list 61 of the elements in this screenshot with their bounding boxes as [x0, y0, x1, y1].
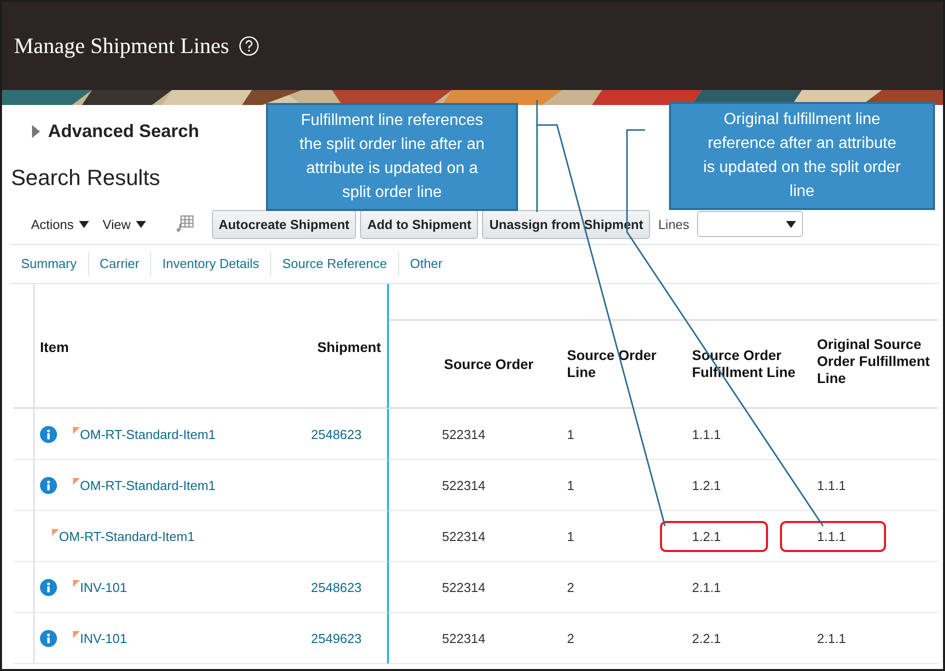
toolbar-button[interactable]: Autocreate Shipment — [212, 210, 356, 238]
shipment-link[interactable]: 2548623 — [311, 580, 362, 594]
table-cell: 1 — [567, 528, 574, 544]
table-cell: 2.1.1 — [817, 630, 846, 646]
info-icon[interactable] — [40, 476, 57, 494]
caret-icon — [136, 220, 146, 228]
callout: Fulfillment line references the split order line after an attribute is updated on a split order line — [266, 103, 518, 211]
table-cell: 1.1.1 — [692, 426, 721, 442]
item-link[interactable]: OM-RT-Standard-Item1 — [59, 528, 195, 544]
table-cell: 1.2.1 — [692, 528, 721, 544]
advanced-search-toggle[interactable]: Advanced Search — [48, 120, 200, 142]
callout: Original fulfillment line reference after an attribute is updated on the split order line — [669, 102, 935, 210]
info-icon[interactable] — [40, 578, 57, 596]
shipment-link[interactable]: 2548623 — [311, 426, 362, 442]
corner-marker-icon — [73, 426, 80, 434]
help-icon[interactable] — [239, 36, 260, 56]
page-title: Manage Shipment Lines — [14, 33, 230, 59]
table-cell: 2 — [567, 630, 574, 646]
corner-marker-icon — [73, 478, 80, 484]
detach-table-icon[interactable] — [176, 215, 194, 233]
column-header: Original Source Order Fulfillment Line — [817, 336, 931, 388]
item-link[interactable]: INV-101 — [80, 580, 127, 594]
info-icon[interactable] — [40, 630, 57, 646]
tab[interactable]: Carrier — [88, 252, 150, 276]
section-title: Search Results — [11, 165, 160, 191]
table-cell: 522314 — [442, 580, 486, 594]
corner-marker-icon — [52, 528, 59, 536]
shipment-link[interactable]: 2549623 — [311, 630, 362, 646]
table-cell: 1.2.1 — [692, 478, 721, 492]
info-icon[interactable] — [40, 426, 57, 442]
table-cell: 2.2.1 — [692, 630, 721, 646]
filter-label: Lines — [658, 216, 690, 232]
item-link[interactable]: OM-RT-Standard-Item1 — [80, 426, 216, 442]
expand-triangle-icon[interactable] — [32, 124, 40, 138]
column-header: Source Order — [444, 356, 534, 372]
table-cell: 522314 — [442, 478, 486, 492]
table-cell: 1 — [567, 426, 574, 442]
corner-marker-icon — [73, 630, 80, 638]
toolbar-menu[interactable]: Actions — [27, 216, 93, 232]
tab[interactable]: Source Reference — [270, 252, 398, 276]
caret-icon — [78, 220, 89, 228]
table-cell: 1.1.1 — [817, 528, 846, 544]
item-link[interactable]: OM-RT-Standard-Item1 — [80, 478, 216, 492]
toolbar-menu[interactable]: View — [98, 216, 150, 232]
column-header: Item — [40, 339, 69, 356]
toolbar-button[interactable]: Add to Shipment — [360, 210, 478, 238]
table-cell: 2 — [567, 580, 574, 594]
tab[interactable]: Other — [398, 252, 454, 276]
column-header: Shipment — [317, 339, 382, 356]
table-cell: 1.1.1 — [817, 478, 846, 492]
tab[interactable]: Summary — [10, 252, 88, 276]
caret-icon — [786, 220, 796, 228]
column-header: Source Order Line — [567, 347, 658, 381]
tab[interactable]: Inventory Details — [150, 252, 270, 276]
corner-marker-icon — [73, 580, 80, 586]
table-cell: 1 — [567, 478, 574, 492]
table-cell: 522314 — [442, 426, 486, 442]
table-cell: 2.1.1 — [692, 580, 721, 594]
item-link[interactable]: INV-101 — [80, 630, 127, 646]
table-cell: 522314 — [442, 630, 486, 646]
table-cell: 522314 — [442, 528, 486, 544]
